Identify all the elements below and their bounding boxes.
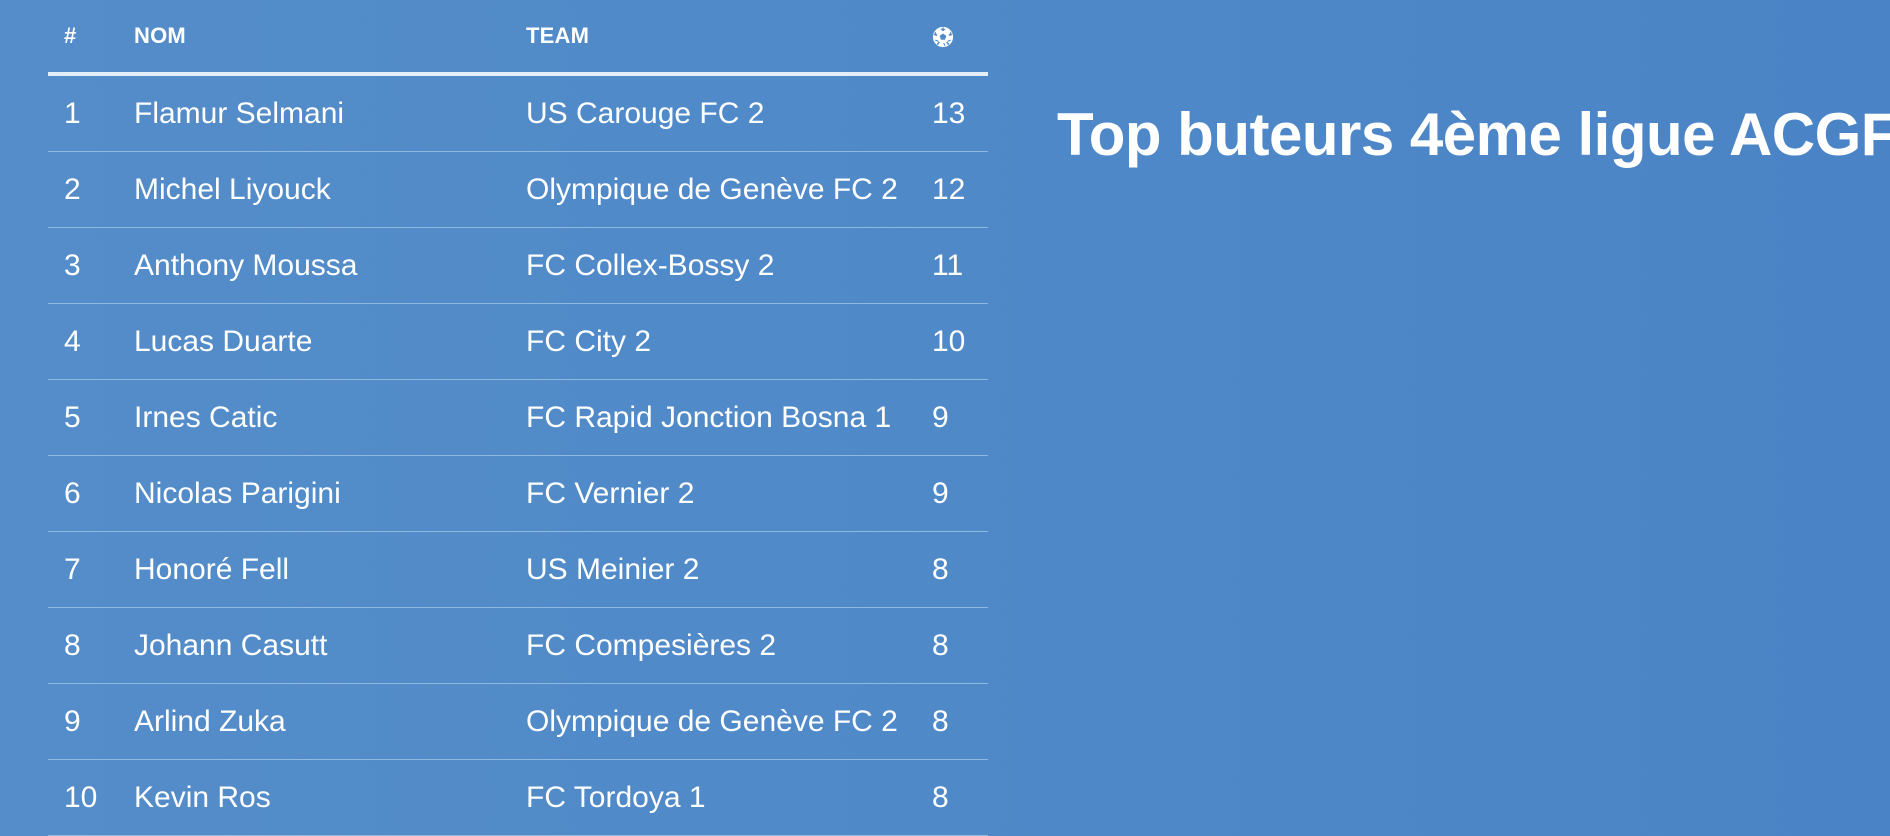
rank-cell: 5 [48, 379, 134, 456]
name-cell: Anthony Moussa [134, 227, 526, 304]
rank-cell: 9 [48, 683, 134, 760]
top-scorers-table: # NOM TEAM 1 Flamur Selmani US Carouge FC … [48, 0, 988, 836]
table-row: 9 Arlind Zuka Olympique de Genève FC 28 [48, 683, 988, 760]
goals-cell: 12 [932, 151, 988, 228]
goals-cell: 13 [932, 74, 988, 152]
soccer-ball-icon [932, 26, 954, 48]
header-name: NOM [134, 0, 526, 76]
name-cell: Irnes Catic [134, 379, 526, 456]
goals-cell: 8 [932, 759, 988, 836]
table-row: 6 Nicolas Parigini FC Vernier 29 [48, 455, 988, 532]
goals-cell: 8 [932, 683, 988, 760]
name-cell: Flamur Selmani [134, 74, 526, 152]
goals-cell: 9 [932, 379, 988, 456]
team-cell: FC Rapid Jonction Bosna 1 [526, 379, 932, 456]
header-team: TEAM [526, 0, 932, 76]
goals-cell: 10 [932, 303, 988, 380]
team-cell: Olympique de Genève FC 2 [526, 683, 932, 760]
team-cell: FC Compesières 2 [526, 607, 932, 684]
table-row: 2 Michel Liyouck Olympique de Genève FC 21… [48, 151, 988, 228]
table-row: 8 Johann Casutt FC Compesières 28 [48, 607, 988, 684]
goals-cell: 11 [932, 227, 988, 304]
rank-cell: 3 [48, 227, 134, 304]
name-cell: Arlind Zuka [134, 683, 526, 760]
page-title: Top buteurs 4ème ligue ACGF [1057, 101, 1890, 168]
table-row: 5 Irnes Catic FC Rapid Jonction Bosna 19 [48, 379, 988, 456]
name-cell: Johann Casutt [134, 607, 526, 684]
team-cell: US Meinier 2 [526, 531, 932, 608]
goals-cell: 8 [932, 531, 988, 608]
goals-cell: 8 [932, 607, 988, 684]
table-row: 4 Lucas Duarte FC City 2 10 [48, 303, 988, 380]
rank-cell: 7 [48, 531, 134, 608]
team-cell: FC City 2 [526, 303, 932, 380]
team-cell: FC Vernier 2 [526, 455, 932, 532]
rank-cell: 6 [48, 455, 134, 532]
table-row: 10 Kevin Ros FC Tordoya 18 [48, 759, 988, 836]
name-cell: Kevin Ros [134, 759, 526, 836]
name-cell: Lucas Duarte [134, 303, 526, 380]
header-row: # NOM TEAM [48, 0, 988, 76]
team-cell: FC Tordoya 1 [526, 759, 932, 836]
header-rank: # [48, 0, 134, 76]
team-cell: FC Collex-Bossy 2 [526, 227, 932, 304]
rank-cell: 1 [48, 74, 134, 152]
table-header: # NOM TEAM [48, 0, 988, 76]
name-cell: Nicolas Parigini [134, 455, 526, 532]
team-cell: Olympique de Genève FC 2 [526, 151, 932, 228]
goals-cell: 9 [932, 455, 988, 532]
rank-cell: 10 [48, 759, 134, 836]
rank-cell: 2 [48, 151, 134, 228]
table-row: 3 Anthony Moussa FC Collex-Bossy 2 11 [48, 227, 988, 304]
header-goals [932, 0, 988, 76]
table-row: 7 Honoré Fell US Meinier 28 [48, 531, 988, 608]
table-body: 1 Flamur Selmani US Carouge FC 2 13 2 Michel … [48, 74, 988, 836]
name-cell: Michel Liyouck [134, 151, 526, 228]
team-cell: US Carouge FC 2 [526, 74, 932, 152]
name-cell: Honoré Fell [134, 531, 526, 608]
rank-cell: 8 [48, 607, 134, 684]
table-row: 1 Flamur Selmani US Carouge FC 2 13 [48, 74, 988, 152]
rank-cell: 4 [48, 303, 134, 380]
